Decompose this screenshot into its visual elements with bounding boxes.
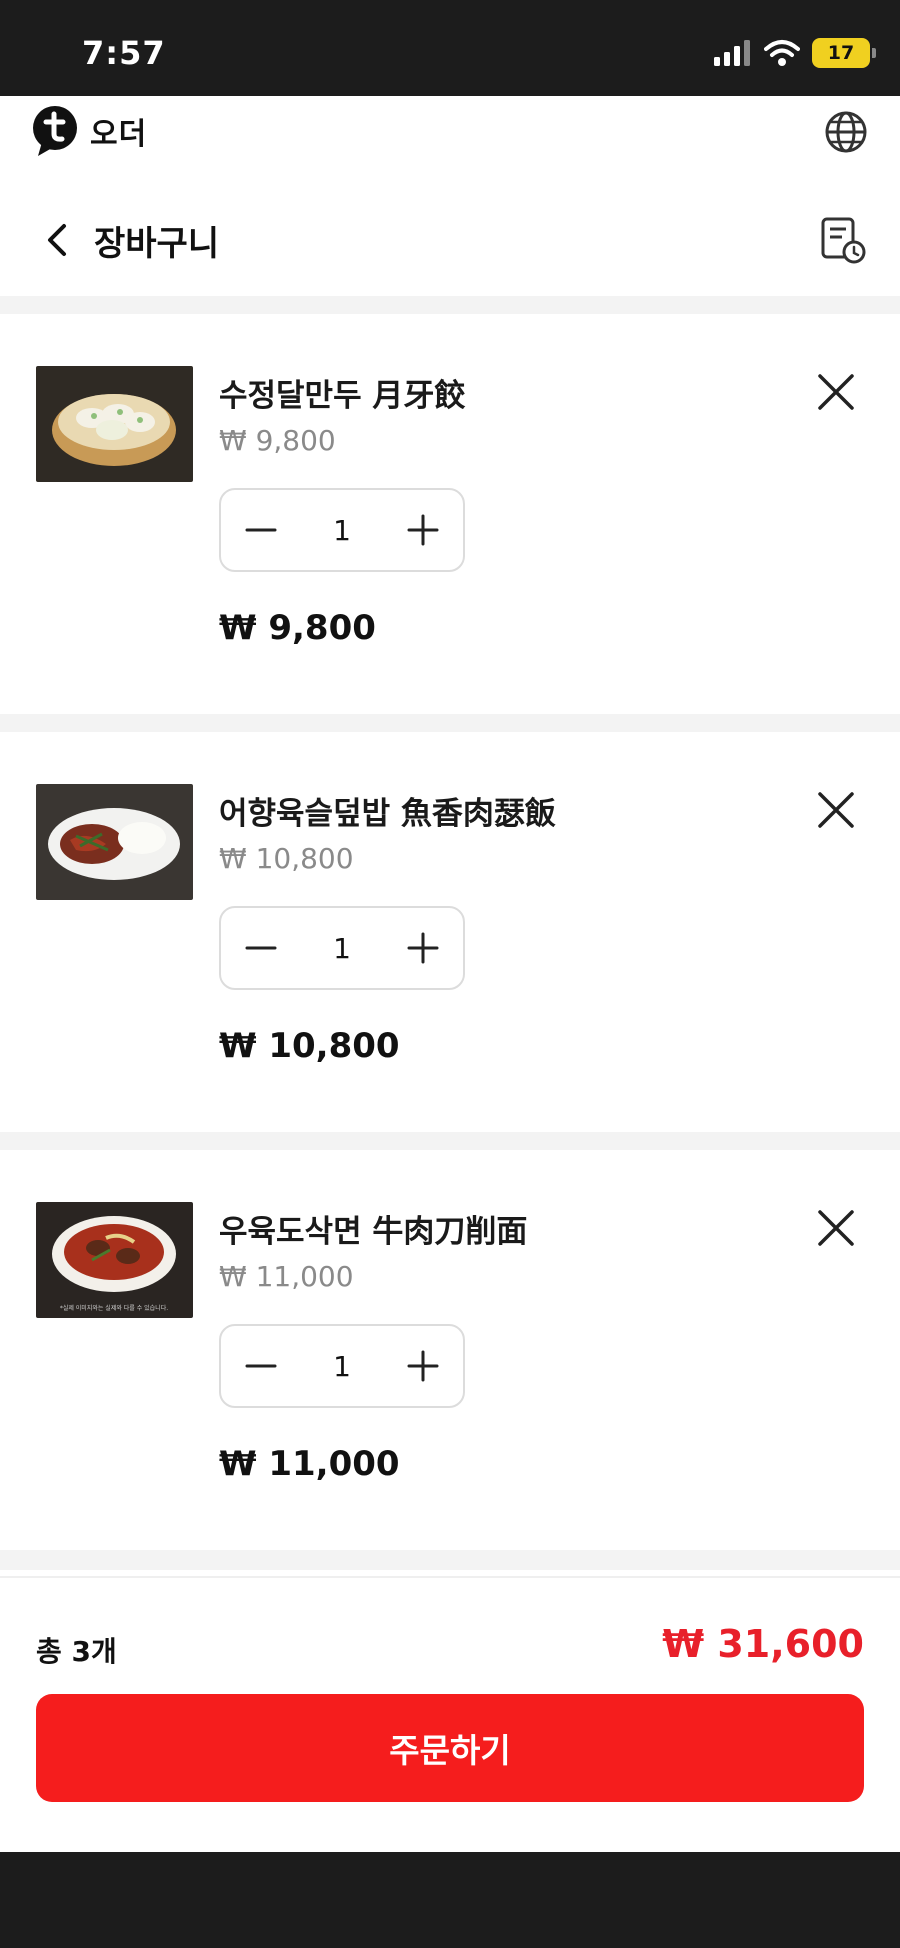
image-caption: *실제 이미지와는 실제와 다를 수 있습니다. — [60, 1304, 168, 1312]
quantity-value: 1 — [333, 931, 351, 965]
close-icon[interactable] — [816, 790, 856, 830]
item-unit-price: ₩ 11,000 — [219, 1260, 354, 1293]
plus-icon[interactable] — [405, 512, 441, 548]
section-divider — [0, 1132, 900, 1150]
wifi-icon — [764, 40, 800, 66]
quantity-stepper: 1 — [219, 488, 465, 572]
status-time: 7:57 — [82, 34, 166, 72]
title-bar: 장바구니 — [0, 196, 900, 284]
app-logo[interactable]: 오더 — [30, 104, 147, 158]
item-name: 우육도삭면 牛肉刀削面 — [219, 1214, 528, 1250]
cart-item: 어향육슬덮밥 魚香肉瑟飯 ₩ 10,800 1 ₩ 10,800 — [0, 732, 900, 1132]
item-name: 어향육슬덮밥 魚香肉瑟飯 — [219, 796, 556, 832]
plus-icon[interactable] — [405, 930, 441, 966]
section-divider — [0, 1550, 900, 1570]
cart-item: 수정달만두 月牙餃 ₩ 9,800 1 ₩ 9,800 — [0, 314, 900, 714]
order-summary: 총 3개 ₩ 31,600 주문하기 — [0, 1576, 900, 1856]
home-indicator-bar — [0, 1852, 900, 1948]
item-image — [36, 366, 193, 482]
back-icon[interactable] — [40, 218, 76, 262]
total-count: 총 3개 — [36, 1635, 117, 1668]
logo-text: 오더 — [90, 117, 148, 152]
page-title: 장바구니 — [94, 224, 220, 264]
battery-level: 17 — [827, 42, 855, 64]
quantity-stepper: 1 — [219, 906, 465, 990]
signal-icon — [714, 40, 750, 66]
total-price: ₩ 31,600 — [662, 1622, 864, 1666]
item-unit-price: ₩ 10,800 — [219, 842, 354, 875]
plus-icon[interactable] — [405, 1348, 441, 1384]
globe-icon[interactable] — [824, 110, 868, 154]
close-icon[interactable] — [816, 1208, 856, 1248]
item-image: *실제 이미지와는 실제와 다를 수 있습니다. — [36, 1202, 193, 1318]
status-bar: 7:57 17 — [0, 0, 900, 96]
close-icon[interactable] — [816, 372, 856, 412]
status-icons: 17 — [714, 38, 876, 68]
minus-icon[interactable] — [243, 512, 279, 548]
quantity-value: 1 — [333, 513, 351, 547]
item-name: 수정달만두 月牙餃 — [219, 378, 466, 414]
minus-icon[interactable] — [243, 930, 279, 966]
order-history-icon[interactable] — [820, 216, 866, 264]
item-unit-price: ₩ 9,800 — [219, 424, 336, 457]
item-total-price: ₩ 11,000 — [219, 1444, 400, 1484]
battery-indicator: 17 — [812, 38, 876, 68]
app-header: 오더 — [0, 96, 900, 166]
order-button[interactable]: 주문하기 — [36, 1694, 864, 1802]
section-divider — [0, 296, 900, 314]
logo-icon — [33, 106, 77, 156]
quantity-value: 1 — [333, 1349, 351, 1383]
item-image — [36, 784, 193, 900]
cart-item: *실제 이미지와는 실제와 다를 수 있습니다. 우육도삭면 牛肉刀削面 ₩ 1… — [0, 1150, 900, 1550]
minus-icon[interactable] — [243, 1348, 279, 1384]
item-total-price: ₩ 10,800 — [219, 1026, 400, 1066]
item-total-price: ₩ 9,800 — [219, 608, 376, 648]
section-divider — [0, 714, 900, 732]
quantity-stepper: 1 — [219, 1324, 465, 1408]
